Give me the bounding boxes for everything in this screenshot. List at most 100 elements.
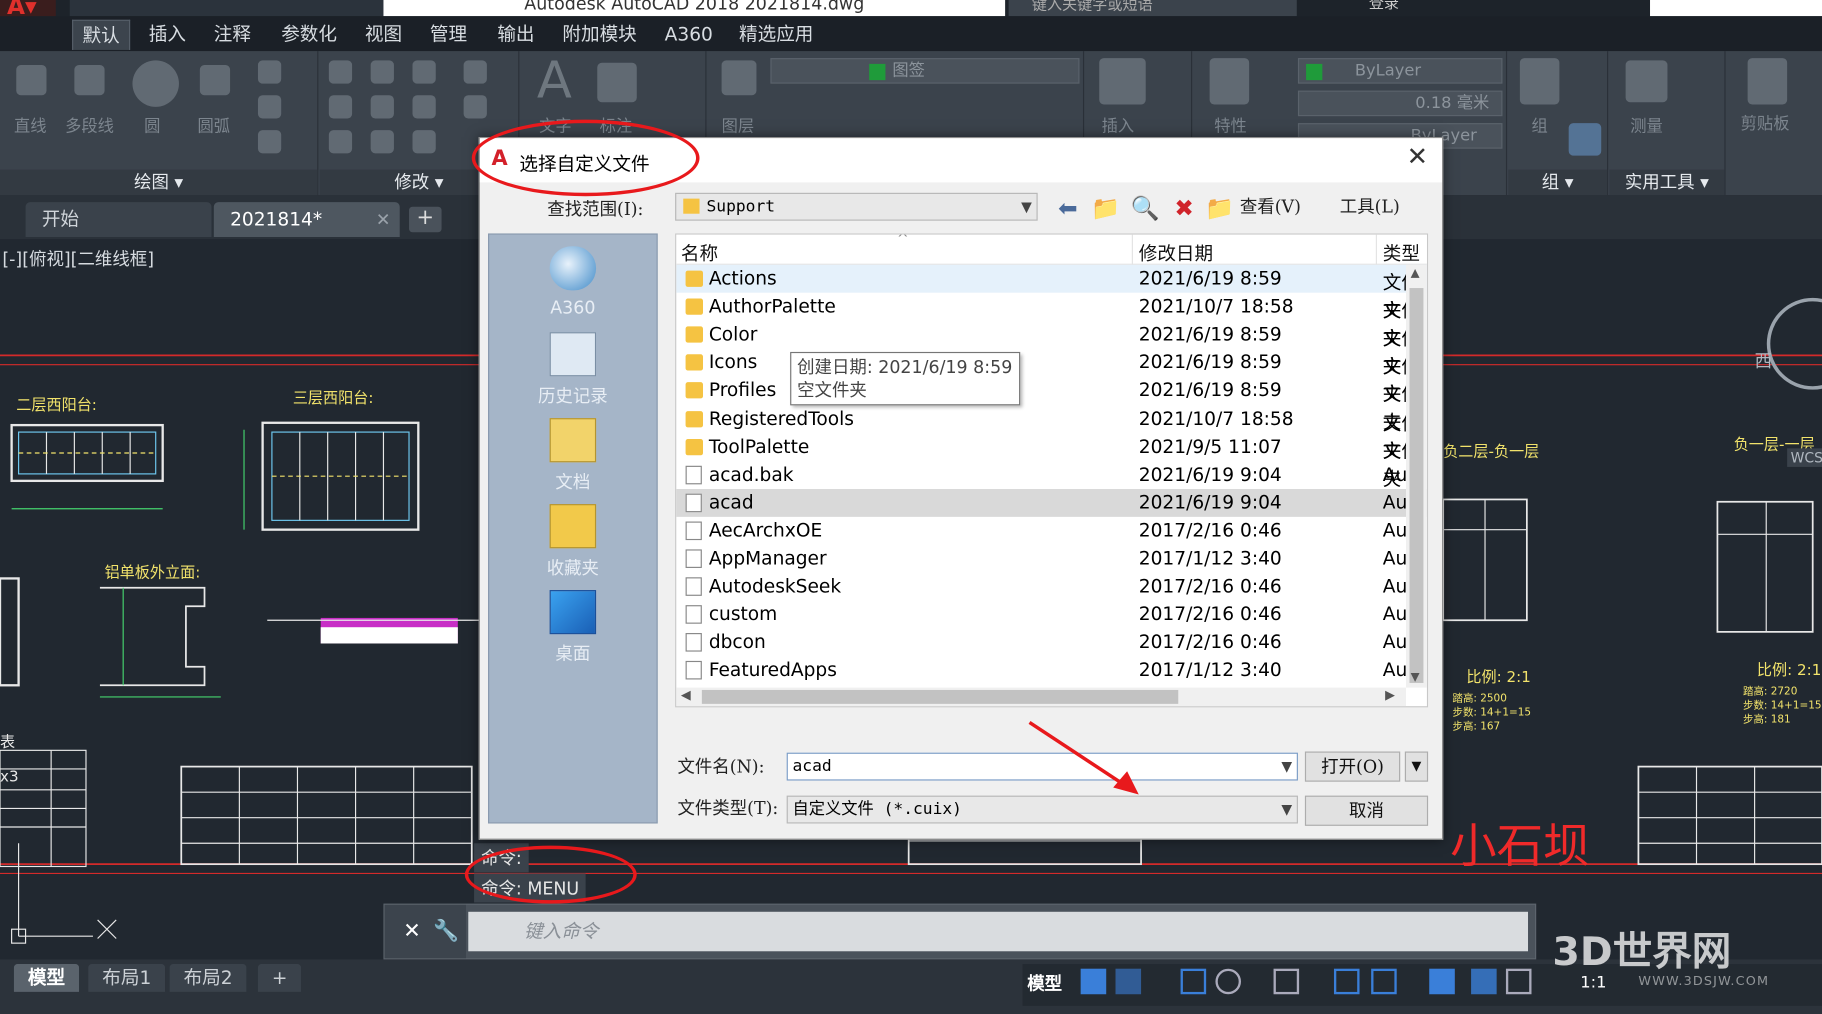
scroll-up-icon[interactable]: ▲ (1411, 267, 1420, 280)
folder-row[interactable]: Icons 2021/6/19 8:59 文件夹 (676, 349, 1427, 406)
folder-row[interactable]: ToolPalette 2021/9/5 11:07 文件夹 (676, 433, 1427, 490)
groups-panel-title[interactable]: 组 ▾ (1508, 169, 1608, 196)
viewcube-west-label[interactable]: 西 (1755, 348, 1772, 372)
scroll-right-icon[interactable]: ▶ (1385, 688, 1395, 703)
vertical-scrollbar[interactable]: ▲ ▼ (1406, 264, 1427, 688)
stretch-icon[interactable] (328, 130, 353, 154)
search-web-icon[interactable]: 🔍 (1131, 194, 1160, 222)
wrench-icon[interactable]: 🔧 (433, 919, 459, 943)
column-name[interactable]: 名称 (681, 238, 718, 266)
tab-default[interactable]: 默认 (72, 19, 131, 50)
layer-properties-icon[interactable] (721, 60, 757, 96)
tab-start[interactable]: 开始 (25, 202, 212, 237)
rotate-icon[interactable] (370, 60, 394, 84)
layout-tab-2[interactable]: 布局2 (169, 964, 247, 992)
text-icon[interactable]: A (537, 51, 572, 110)
place-favorites[interactable]: 收藏夹 (489, 497, 656, 583)
column-date[interactable]: 修改日期 (1139, 238, 1213, 266)
back-icon[interactable]: ⬅ (1054, 194, 1082, 222)
chevron-down-icon[interactable]: ▼ (1281, 754, 1292, 780)
file-row[interactable]: FeaturedApps 2017/1/12 3:40 Au (676, 657, 1427, 685)
layer-dropdown[interactable]: 图签 (770, 58, 1080, 84)
window-controls[interactable] (1650, 0, 1822, 17)
auto-scale-icon[interactable] (1505, 968, 1532, 995)
lineweight-dropdown[interactable]: 0.18 毫米 (1297, 90, 1503, 117)
command-input[interactable]: 键入命令 (468, 911, 1529, 952)
file-row[interactable]: custom 2017/2/16 0:46 Au (676, 601, 1427, 629)
tab-parametric[interactable]: 参数化 (272, 20, 346, 50)
vertical-scroll-thumb[interactable] (1409, 288, 1424, 683)
cancel-button[interactable]: 取消 (1304, 795, 1429, 826)
snap-icon[interactable] (1115, 968, 1142, 995)
color-dropdown[interactable]: ByLayer (1297, 58, 1503, 84)
dimension-icon[interactable] (597, 62, 637, 103)
fillet-icon[interactable] (412, 95, 436, 119)
folder-row[interactable]: AuthorPalette 2021/10/7 18:58 文件夹 (676, 293, 1427, 350)
delete-icon[interactable]: ✖ (1170, 194, 1198, 222)
folder-row[interactable]: Actions 2021/6/19 8:59 文件夹 (676, 264, 1427, 322)
file-row[interactable]: AecArchxOE 2017/2/16 0:46 Au (676, 517, 1427, 545)
layout-tab-1[interactable]: 布局1 (88, 964, 166, 992)
copy-icon[interactable] (328, 95, 353, 119)
explode-icon[interactable] (463, 95, 487, 119)
new-tab-button[interactable]: + (409, 206, 442, 233)
wcs-button[interactable]: WCS (1787, 448, 1822, 467)
match-properties-icon[interactable] (1209, 58, 1250, 105)
folder-row[interactable]: Profiles 2021/6/19 8:59 文件夹 (676, 377, 1427, 434)
tab-featured-apps[interactable]: 精选应用 (730, 20, 823, 50)
tab-annotate[interactable]: 注释 (205, 20, 261, 50)
paste-icon[interactable] (1747, 58, 1788, 105)
lineweight-icon[interactable] (1429, 968, 1455, 995)
scroll-left-icon[interactable]: ◀ (681, 688, 691, 703)
place-history[interactable]: 历史记录 (489, 325, 656, 411)
add-layout-button[interactable]: + (257, 964, 302, 992)
tab-manage[interactable]: 管理 (421, 20, 477, 50)
grid-icon[interactable] (1080, 968, 1107, 995)
column-type[interactable]: 类型 (1383, 238, 1420, 266)
new-folder-icon[interactable]: 📁 (1205, 194, 1234, 222)
close-icon[interactable]: ✕ (1407, 143, 1428, 172)
circle-icon[interactable] (132, 60, 179, 107)
draw-panel-title[interactable]: 绘图 ▾ (0, 169, 318, 196)
close-icon[interactable]: ✕ (376, 202, 391, 237)
folder-row[interactable]: RegisteredTools 2021/10/7 18:58 文件夹 (676, 405, 1427, 462)
line-icon[interactable] (16, 65, 47, 96)
file-row[interactable]: acad.bak 2021/6/19 9:04 Au (676, 461, 1427, 489)
file-row[interactable]: acad 2021/6/19 9:04 Au (676, 488, 1427, 517)
polyline-icon[interactable] (74, 65, 105, 96)
search-input[interactable]: 键入关键字或短语 (1008, 0, 1297, 17)
open-dropdown-button[interactable]: ▼ (1404, 751, 1429, 782)
tools-menu[interactable]: 工具(L) (1340, 194, 1400, 218)
horizontal-scrollbar[interactable]: ◀ ▶ (676, 687, 1407, 707)
erase-icon[interactable] (463, 60, 487, 84)
file-row[interactable]: dbcon 2017/2/16 0:46 Au (676, 629, 1427, 657)
scale-icon[interactable] (370, 130, 394, 154)
close-icon[interactable]: ✕ (403, 919, 421, 943)
horizontal-scroll-thumb[interactable] (701, 689, 1179, 704)
trim-icon[interactable] (412, 60, 436, 84)
draw-tool-icon[interactable] (257, 60, 282, 84)
draw-tool-icon[interactable] (257, 130, 282, 154)
view-menu[interactable]: 查看(V) (1240, 194, 1301, 218)
annotation-visibility-icon[interactable] (1471, 968, 1497, 995)
model-space-toggle[interactable]: 模型 (1027, 971, 1062, 995)
otrack-icon[interactable] (1333, 968, 1360, 995)
tab-drawing[interactable]: 2021814* ✕ (213, 202, 400, 237)
autocad-logo-icon[interactable]: A▾ (0, 0, 56, 17)
dynamic-ucs-icon[interactable] (1371, 968, 1397, 995)
login-button[interactable]: 登录 (1299, 0, 1462, 16)
tab-insert[interactable]: 插入 (139, 20, 195, 50)
file-row[interactable]: AppManager 2017/1/12 3:40 Au (676, 545, 1427, 573)
layout-tab-model[interactable]: 模型 (13, 964, 80, 992)
open-button[interactable]: 打开(O) (1304, 751, 1401, 782)
utilities-panel-title[interactable]: 实用工具 ▾ (1609, 169, 1725, 196)
ortho-icon[interactable] (1180, 968, 1207, 995)
quick-access-toolbar[interactable] (69, 0, 384, 17)
measure-icon[interactable] (1625, 60, 1668, 103)
group-icon[interactable] (1519, 58, 1560, 105)
place-a360[interactable]: A360 (489, 239, 656, 325)
arc-icon[interactable] (199, 65, 231, 96)
move-icon[interactable] (328, 60, 353, 84)
polar-icon[interactable] (1215, 968, 1242, 995)
file-row[interactable]: AutodeskSeek 2017/2/16 0:46 Au (676, 573, 1427, 601)
